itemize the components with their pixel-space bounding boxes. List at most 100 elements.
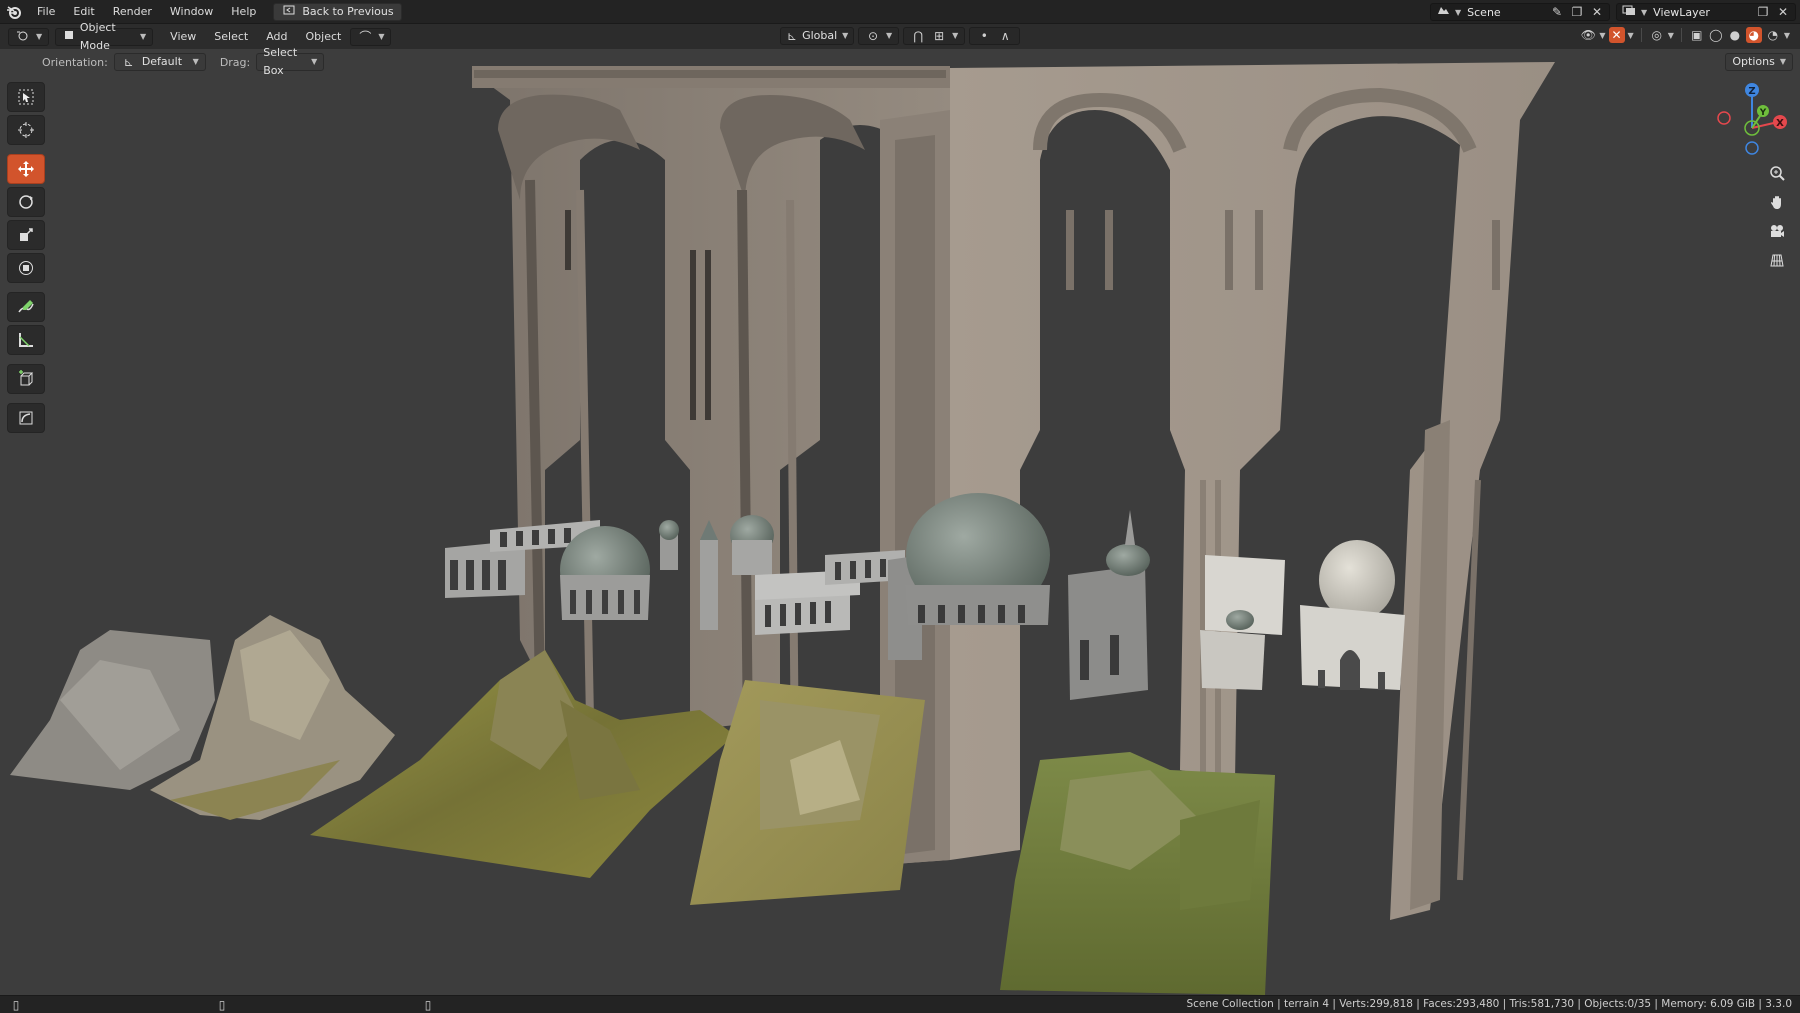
menu-view[interactable]: View	[161, 25, 205, 49]
orientation-dropdown[interactable]: ⊾ Default ▼	[113, 53, 206, 71]
chevron-down-icon: ▼	[886, 31, 893, 40]
scene-name: Scene	[1467, 5, 1501, 19]
rotate-tool[interactable]	[7, 187, 45, 217]
move-icon	[18, 161, 34, 177]
viewport-editor-icon	[15, 29, 31, 45]
measure-icon	[19, 333, 33, 347]
orientation-label: Orientation:	[42, 55, 108, 69]
gizmo-toggle-icon[interactable]: ✕	[1608, 27, 1625, 43]
object-extra-dropdown[interactable]: ⌒ ▼	[350, 27, 392, 46]
top-bar: File Edit Render Window Help Back to Pre…	[0, 0, 1800, 24]
chevron-down-icon: ▼	[842, 31, 849, 40]
proportional-editing-dropdown[interactable]: • ∧	[969, 27, 1021, 45]
sculpt-extra-tool[interactable]	[7, 403, 45, 433]
object-mode-dropdown[interactable]: Object Mode ▼	[55, 21, 154, 52]
curve-tool-icon	[19, 411, 33, 425]
cursor-tool[interactable]	[7, 115, 45, 145]
navigation-gizmo[interactable]: Z Y X	[1712, 80, 1790, 160]
annotate-icon	[18, 300, 34, 313]
z-axis-label: Z	[1748, 86, 1755, 97]
transform-controls: ⊾ Global ▼ ⊙ ▼ ⋂ ⊞ ▼ • ∧	[780, 27, 1021, 45]
mouse-middle-icon: ▯	[218, 997, 226, 1012]
chevron-down-icon[interactable]: ▼	[1668, 31, 1674, 40]
menu-file[interactable]: File	[28, 0, 64, 24]
pan-button[interactable]	[1764, 189, 1790, 215]
new-view-layer-icon[interactable]: ❐	[1755, 4, 1771, 20]
menu-window[interactable]: Window	[161, 0, 222, 24]
orientation-value: Default	[141, 55, 183, 68]
tool-shelf	[7, 82, 47, 436]
rotate-icon	[19, 195, 33, 209]
object-mode-icon	[62, 29, 75, 45]
camera-icon	[1771, 225, 1784, 237]
measure-tool[interactable]	[7, 325, 45, 355]
transform-tool[interactable]	[7, 253, 45, 283]
select-box-tool[interactable]	[7, 82, 45, 112]
pivot-icon: ⊙	[867, 29, 879, 43]
chevron-down-icon: ▼	[1641, 7, 1648, 17]
chevron-down-icon: ▼	[140, 31, 147, 41]
add-cube-icon	[19, 370, 34, 386]
x-axis-label: X	[1776, 118, 1784, 129]
tool-settings-bar: Orientation: ⊾ Default ▼ Drag: Select Bo…	[0, 46, 1800, 77]
status-bar: ▯ ▯ ▯ Scene Collection | terrain 4 | Ver…	[0, 995, 1800, 1013]
options-dropdown[interactable]: Options ▼	[1725, 53, 1793, 71]
view-layer-selector[interactable]: ▼ ViewLayer ❐ ✕	[1616, 3, 1796, 21]
back-to-previous-button[interactable]: Back to Previous	[273, 2, 402, 21]
orientation-global-icon: ⊾	[787, 29, 798, 43]
3d-viewport[interactable]	[0, 49, 1800, 995]
chevron-down-icon: ▼	[311, 57, 318, 66]
scene-icon	[1435, 4, 1451, 20]
camera-view-button[interactable]	[1764, 218, 1790, 244]
xray-toggle-icon[interactable]: ▣	[1689, 27, 1705, 43]
drag-label: Drag:	[219, 55, 251, 69]
perspective-toggle-button[interactable]	[1764, 247, 1790, 273]
scene-selector[interactable]: ▼ Scene ✎ ❐ ✕	[1430, 3, 1610, 21]
blender-logo-icon[interactable]	[0, 0, 28, 24]
overlays-icon[interactable]: ◎	[1649, 27, 1665, 43]
move-tool[interactable]	[7, 154, 45, 184]
material-preview-shading-icon[interactable]: ◕	[1745, 27, 1762, 43]
menu-select[interactable]: Select	[205, 25, 257, 49]
rendered-shading-icon[interactable]: ◔	[1765, 27, 1781, 43]
back-to-previous-label: Back to Previous	[302, 4, 394, 18]
chevron-down-icon[interactable]: ▼	[1784, 31, 1790, 40]
editor-type-selector[interactable]: ▼	[8, 27, 50, 46]
neg-x-axis-handle[interactable]	[1717, 111, 1731, 125]
mouse-right-icon: ▯	[424, 997, 432, 1012]
selectability-visibility-icon[interactable]: 👁	[1580, 27, 1596, 43]
transform-orientation-dropdown[interactable]: ⊾ Global ▼	[780, 27, 854, 45]
separator	[1640, 28, 1642, 42]
chevron-down-icon: ▼	[378, 31, 385, 41]
select-box-icon	[18, 89, 34, 105]
orientation-default-icon: ⊾	[123, 55, 134, 69]
transform-orientation-label: Global	[802, 29, 838, 42]
viewport-scene	[10, 62, 1555, 995]
add-cube-tool[interactable]	[7, 364, 45, 394]
chevron-down-icon: ▼	[36, 31, 43, 41]
scale-tool[interactable]	[7, 220, 45, 250]
pin-icon[interactable]: ✎	[1549, 4, 1565, 20]
options-label: Options	[1732, 55, 1775, 68]
solid-shading-icon[interactable]: ●	[1727, 27, 1743, 43]
menu-help[interactable]: Help	[222, 0, 265, 24]
chevron-down-icon: ▼	[952, 31, 959, 40]
cursor-icon	[18, 122, 34, 138]
view-layer-icon	[1621, 4, 1637, 20]
snap-increment-icon: ⊞	[934, 29, 945, 43]
wireframe-shading-icon[interactable]: ◯	[1708, 27, 1724, 43]
neg-z-axis-handle[interactable]	[1745, 141, 1759, 155]
scene-statistics: Scene Collection | terrain 4 | Verts:299…	[1186, 998, 1792, 1010]
delete-view-layer-icon[interactable]: ✕	[1775, 4, 1791, 20]
pivot-point-dropdown[interactable]: ⊙ ▼	[858, 27, 900, 45]
chevron-down-icon[interactable]: ▼	[1599, 31, 1605, 40]
zoom-button[interactable]	[1764, 160, 1790, 186]
snap-dropdown[interactable]: ⋂ ⊞ ▼	[903, 27, 966, 45]
view-layer-name: ViewLayer	[1653, 5, 1710, 19]
scale-icon	[20, 228, 33, 241]
new-scene-icon[interactable]: ❐	[1569, 4, 1585, 20]
annotate-tool[interactable]	[7, 292, 45, 322]
chevron-down-icon[interactable]: ▼	[1628, 31, 1634, 40]
drag-dropdown[interactable]: Select Box ▼	[256, 46, 325, 77]
delete-scene-icon[interactable]: ✕	[1589, 4, 1605, 20]
